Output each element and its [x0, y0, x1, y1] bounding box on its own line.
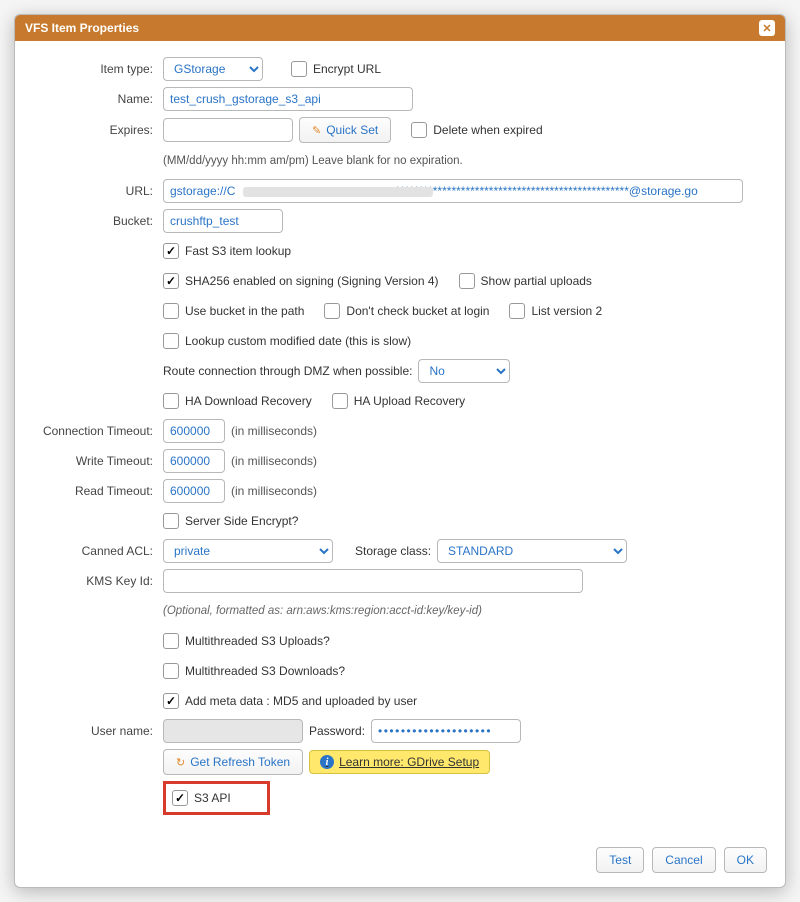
label-expires: Expires:	[33, 123, 163, 137]
list-version-2-checkbox[interactable]	[509, 303, 525, 319]
ok-button[interactable]: OK	[724, 847, 767, 873]
server-side-encrypt-checkbox[interactable]	[163, 513, 179, 529]
quick-set-icon: ✎	[312, 124, 321, 137]
label-canned-acl: Canned ACL:	[33, 544, 163, 558]
item-type-select[interactable]: GStorage	[163, 57, 263, 81]
storage-class-select[interactable]: STANDARD	[437, 539, 627, 563]
bucket-input[interactable]	[163, 209, 283, 233]
expires-input[interactable]	[163, 118, 293, 142]
server-side-encrypt-label: Server Side Encrypt?	[185, 514, 298, 528]
label-item-type: Item type:	[33, 62, 163, 76]
username-input[interactable]	[163, 719, 303, 743]
dialog-footer: Test Cancel OK	[15, 835, 785, 887]
dont-check-bucket-checkbox[interactable]	[324, 303, 340, 319]
label-storage-class: Storage class:	[355, 544, 431, 558]
ha-upload-label: HA Upload Recovery	[354, 394, 465, 408]
mt-uploads-checkbox[interactable]	[163, 633, 179, 649]
s3-api-checkbox[interactable]	[172, 790, 188, 806]
label-password: Password:	[309, 724, 365, 738]
write-timeout-unit: (in milliseconds)	[231, 454, 317, 468]
dialog-body: Item type: GStorage Encrypt URL Name: Ex…	[15, 41, 785, 835]
info-icon: i	[320, 755, 334, 769]
ha-download-checkbox[interactable]	[163, 393, 179, 409]
label-conn-timeout: Connection Timeout:	[33, 424, 163, 438]
ha-download-label: HA Download Recovery	[185, 394, 312, 408]
fast-s3-lookup-checkbox[interactable]	[163, 243, 179, 259]
read-timeout-input[interactable]	[163, 479, 225, 503]
delete-when-expired-checkbox[interactable]	[411, 122, 427, 138]
dont-check-bucket-label: Don't check bucket at login	[346, 304, 489, 318]
label-read-timeout: Read Timeout:	[33, 484, 163, 498]
conn-timeout-unit: (in milliseconds)	[231, 424, 317, 438]
mt-uploads-label: Multithreaded S3 Uploads?	[185, 634, 330, 648]
list-version-2-label: List version 2	[531, 304, 602, 318]
expires-hint: (MM/dd/yyyy hh:mm am/pm) Leave blank for…	[163, 155, 463, 167]
cancel-button[interactable]: Cancel	[652, 847, 715, 873]
show-partial-uploads-checkbox[interactable]	[459, 273, 475, 289]
show-partial-uploads-label: Show partial uploads	[481, 274, 592, 288]
label-username: User name:	[33, 724, 163, 738]
encrypt-url-label: Encrypt URL	[313, 62, 381, 76]
dmz-label: Route connection through DMZ when possib…	[163, 364, 412, 378]
canned-acl-select[interactable]: private	[163, 539, 333, 563]
add-meta-label: Add meta data : MD5 and uploaded by user	[185, 694, 417, 708]
name-input[interactable]	[163, 87, 413, 111]
s3-api-highlight: S3 API	[163, 781, 270, 815]
test-button[interactable]: Test	[596, 847, 644, 873]
dialog-titlebar: VFS Item Properties ✕	[15, 15, 785, 41]
sha256-label: SHA256 enabled on signing (Signing Versi…	[185, 274, 439, 288]
label-url: URL:	[33, 184, 163, 198]
lookup-custom-mod-checkbox[interactable]	[163, 333, 179, 349]
use-bucket-in-path-checkbox[interactable]	[163, 303, 179, 319]
write-timeout-input[interactable]	[163, 449, 225, 473]
label-bucket: Bucket:	[33, 214, 163, 228]
lookup-custom-mod-label: Lookup custom modified date (this is slo…	[185, 334, 411, 348]
close-icon[interactable]: ✕	[759, 20, 775, 36]
learn-more-link[interactable]: i Learn more: GDrive Setup	[309, 750, 490, 774]
mt-downloads-checkbox[interactable]	[163, 663, 179, 679]
dialog-title: VFS Item Properties	[25, 21, 139, 35]
label-name: Name:	[33, 92, 163, 106]
password-input[interactable]	[371, 719, 521, 743]
kms-hint: (Optional, formatted as: arn:aws:kms:reg…	[163, 605, 482, 617]
delete-when-expired-label: Delete when expired	[433, 123, 542, 137]
ha-upload-checkbox[interactable]	[332, 393, 348, 409]
fast-s3-lookup-label: Fast S3 item lookup	[185, 244, 291, 258]
read-timeout-unit: (in milliseconds)	[231, 484, 317, 498]
get-refresh-token-button[interactable]: ↻ Get Refresh Token	[163, 749, 303, 775]
vfs-dialog: VFS Item Properties ✕ Item type: GStorag…	[14, 14, 786, 888]
sha256-checkbox[interactable]	[163, 273, 179, 289]
dmz-select[interactable]: No	[418, 359, 510, 383]
conn-timeout-input[interactable]	[163, 419, 225, 443]
refresh-icon: ↻	[176, 756, 185, 769]
use-bucket-in-path-label: Use bucket in the path	[185, 304, 304, 318]
s3-api-label: S3 API	[194, 791, 231, 805]
mt-downloads-label: Multithreaded S3 Downloads?	[185, 664, 345, 678]
url-redacted-icon	[243, 186, 433, 200]
encrypt-url-checkbox[interactable]	[291, 61, 307, 77]
quick-set-button[interactable]: ✎ Quick Set	[299, 117, 391, 143]
label-write-timeout: Write Timeout:	[33, 454, 163, 468]
label-kms: KMS Key Id:	[33, 574, 163, 588]
kms-key-input[interactable]	[163, 569, 583, 593]
add-meta-checkbox[interactable]	[163, 693, 179, 709]
